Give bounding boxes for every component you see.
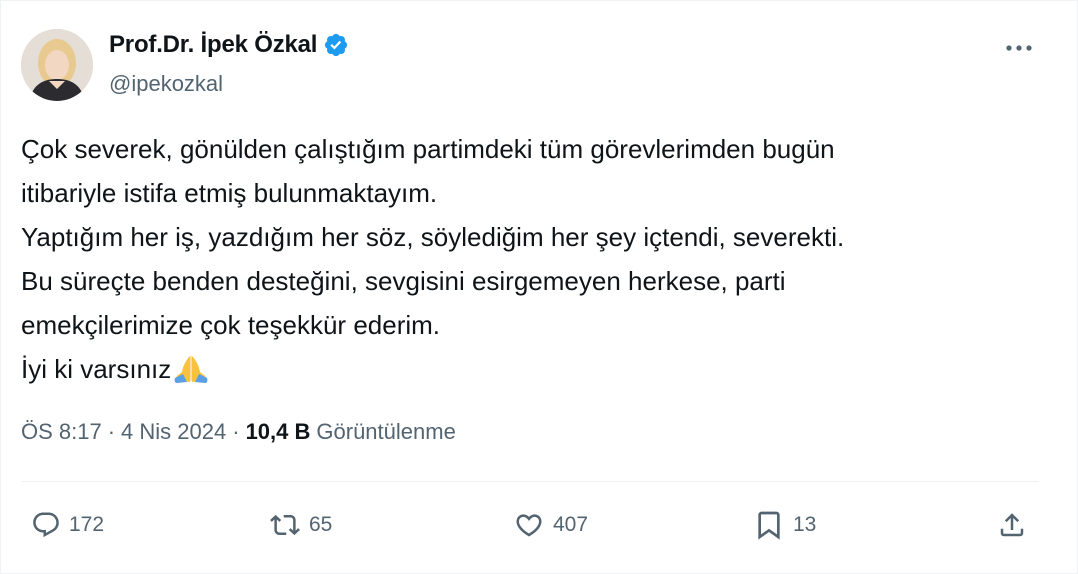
more-options-icon[interactable] <box>999 35 1039 61</box>
bookmark-count: 13 <box>793 513 817 536</box>
bookmark-icon <box>753 509 785 541</box>
tweet-line: İyi ki varsınız <box>21 354 172 384</box>
meta-separator: · <box>232 419 240 444</box>
tweet-line: itibariyle istifa etmiş bulunmaktayım. <box>21 178 438 208</box>
tweet-text: Çok severek, gönülden çalıştığım partimd… <box>21 127 1051 397</box>
tweet-time[interactable]: ÖS 8:17 <box>21 419 102 445</box>
share-button[interactable] <box>997 501 1027 549</box>
like-button[interactable]: 407 <box>513 501 588 549</box>
author-name-row: Prof.Dr. İpek Özkal <box>109 31 349 59</box>
tweet-line: emekçilerimize çok teşekkür ederim. <box>21 310 441 340</box>
avatar[interactable] <box>21 29 93 101</box>
heart-icon <box>513 510 545 540</box>
action-bar: 172 65 407 13 <box>1 501 1078 549</box>
author-handle[interactable]: @ipekozkal <box>109 71 223 97</box>
author-display-name[interactable]: Prof.Dr. İpek Özkal <box>109 31 317 59</box>
reply-icon <box>31 510 61 540</box>
bookmark-button[interactable]: 13 <box>753 501 816 549</box>
tweet-meta: ÖS 8:17 · 4 Nis 2024 · 10,4 B Görüntülen… <box>21 419 456 445</box>
tweet-date[interactable]: 4 Nis 2024 <box>121 419 226 445</box>
like-count: 407 <box>553 513 589 536</box>
reply-button[interactable]: 172 <box>31 501 104 549</box>
repost-icon <box>269 510 301 540</box>
tweet-card: Prof.Dr. İpek Özkal @ipekozkal Çok sever… <box>0 0 1078 574</box>
repost-button[interactable]: 65 <box>269 501 332 549</box>
meta-separator: · <box>107 419 116 444</box>
share-icon <box>997 510 1027 540</box>
views-label: Görüntülenme <box>316 419 456 444</box>
divider <box>21 481 1039 482</box>
tweet-line: Çok severek, gönülden çalıştığım partimd… <box>21 134 835 164</box>
repost-count: 65 <box>309 513 333 536</box>
tweet-line: Yaptığım her iş, yazdığım her söz, söyle… <box>21 222 845 252</box>
tweet-line: Bu süreçte benden desteğini, sevgisini e… <box>21 266 786 296</box>
folded-hands-icon <box>173 353 209 397</box>
reply-count: 172 <box>69 513 105 536</box>
views-count: 10,4 B <box>245 419 311 444</box>
verified-badge-icon <box>323 32 349 58</box>
tweet-last-line: İyi ki varsınız <box>21 347 1051 397</box>
